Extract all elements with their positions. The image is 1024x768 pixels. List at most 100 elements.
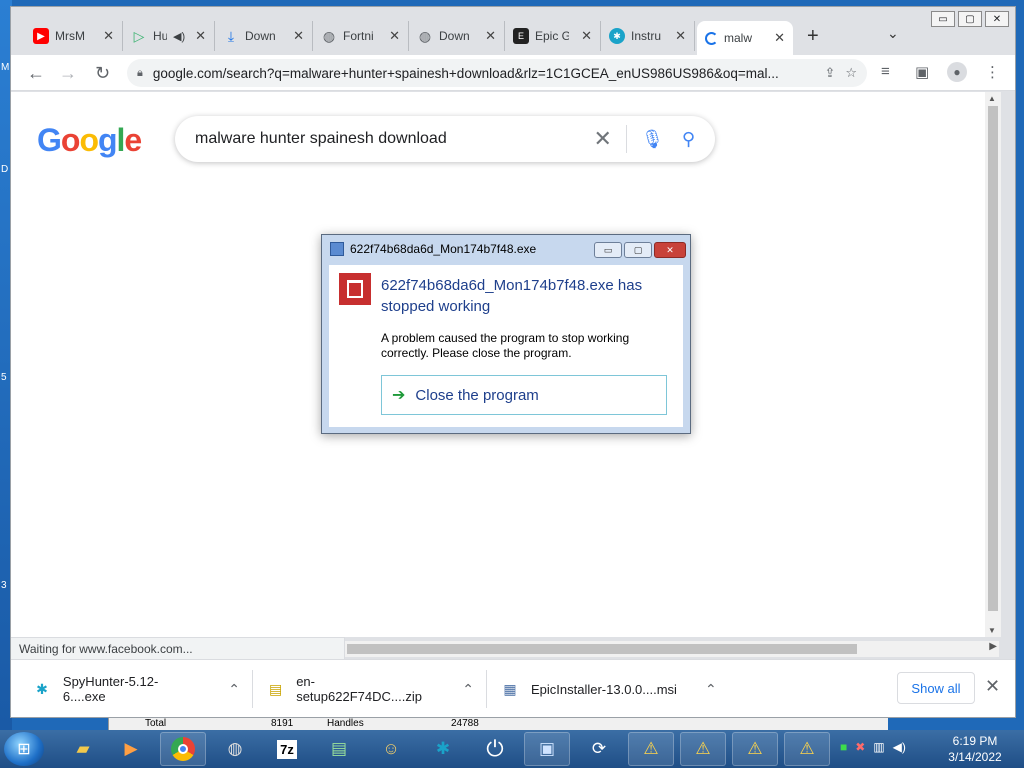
new-tab-button[interactable]: + xyxy=(807,25,819,48)
explorer-icon[interactable]: ▰ xyxy=(60,732,106,766)
speaker-icon[interactable]: ◀) xyxy=(173,30,185,43)
scroll-thumb[interactable] xyxy=(988,106,998,611)
maximize-button[interactable]: ▢ xyxy=(624,242,652,258)
close-window-button[interactable]: ✕ xyxy=(985,11,1009,27)
download-item[interactable]: ▤ en-setup622F74DC....zip ⌃ xyxy=(255,670,487,708)
tab-label: Epic G xyxy=(535,29,569,43)
close-icon[interactable]: ✕ xyxy=(485,28,496,44)
tab-hu[interactable]: ▷ Hu ◀) ✕ xyxy=(123,21,215,51)
volume-icon[interactable]: ◀) xyxy=(893,740,906,754)
tab-search-button[interactable]: ⌄ xyxy=(887,25,899,42)
spyhunter-icon: ✱ xyxy=(36,680,48,697)
arrow-right-icon: ➔ xyxy=(392,387,406,404)
forward-button[interactable]: → xyxy=(59,63,77,84)
chrome-icon[interactable] xyxy=(160,732,206,766)
chevron-up-icon[interactable]: ⌃ xyxy=(228,681,240,698)
network-icon[interactable]: ▥ xyxy=(873,740,884,754)
network-error-icon[interactable]: ✖ xyxy=(855,740,865,754)
show-all-button[interactable]: Show all xyxy=(897,672,975,704)
close-icon[interactable]: ✕ xyxy=(581,28,592,44)
power-icon[interactable]: ⏻ xyxy=(472,732,518,766)
chevron-up-icon[interactable]: ⌃ xyxy=(462,681,474,698)
tab-malware-search[interactable]: malw ✕ xyxy=(697,21,793,55)
close-icon[interactable]: ✕ xyxy=(389,28,400,44)
close-icon[interactable]: ✕ xyxy=(985,676,1000,697)
download-filename: en-setup622F74DC....zip xyxy=(296,674,422,704)
play-icon: ▷ xyxy=(133,27,145,44)
media-control-icon[interactable]: ≡ xyxy=(881,63,890,80)
horizontal-scrollbar[interactable]: ▶ xyxy=(345,641,999,657)
network-globe-icon[interactable]: ◍ xyxy=(212,732,258,766)
share-icon[interactable]: ⇪ xyxy=(824,65,835,81)
system-tray: ■ ✖ ▥ ◀) xyxy=(840,740,906,754)
microphone-icon[interactable]: 🎙︎ xyxy=(641,129,664,150)
logo-letter: e xyxy=(124,122,142,158)
close-dialog-button[interactable]: ✕ xyxy=(654,242,686,258)
error-message: A problem caused the program to stop wor… xyxy=(381,331,630,360)
clock-time: 6:19 PM xyxy=(952,734,998,748)
chevron-up-icon[interactable]: ⌃ xyxy=(705,681,717,698)
menu-kebab-icon[interactable]: ⋮ xyxy=(985,63,1000,81)
side-panel-icon[interactable]: ▣ xyxy=(915,63,929,81)
status-green-icon[interactable]: ■ xyxy=(840,740,847,754)
search-icon[interactable]: ⚲ xyxy=(682,129,695,150)
tab-label: MrsM xyxy=(55,29,85,43)
close-icon[interactable]: ✕ xyxy=(675,28,686,44)
warning-shield-icon[interactable]: ⚠ xyxy=(680,732,726,766)
close-icon[interactable]: ✕ xyxy=(293,28,304,44)
close-icon[interactable]: ✕ xyxy=(103,28,114,44)
media-player-icon[interactable]: ▶ xyxy=(108,732,154,766)
close-icon[interactable]: ✕ xyxy=(195,28,206,44)
maximize-button[interactable]: ▢ xyxy=(958,11,982,27)
scroll-down-arrow[interactable]: ▼ xyxy=(988,626,996,635)
search-input[interactable]: malware hunter spainesh download xyxy=(195,130,594,148)
tab-label: Down xyxy=(439,29,470,43)
download-item[interactable]: ▦ EpicInstaller-13.0.0....msi ⌃ xyxy=(489,670,729,708)
back-button[interactable]: ← xyxy=(27,63,45,84)
status-bubble: Waiting for www.facebook.com... xyxy=(11,637,345,659)
close-program-button[interactable]: ➔ Close the program xyxy=(381,375,667,415)
warning-shield-icon[interactable]: ⚠ xyxy=(628,732,674,766)
spyhunter-icon[interactable]: ✱ xyxy=(420,732,466,766)
scroll-up-arrow[interactable]: ▲ xyxy=(988,94,996,103)
tab-instructions[interactable]: ✱ Instru ✕ xyxy=(601,21,695,51)
scroll-right-arrow[interactable]: ▶ xyxy=(989,641,997,652)
reload-button[interactable]: ↻ xyxy=(95,63,110,84)
dialog-window-controls: ▭ ▢ ✕ xyxy=(594,242,686,258)
dialog-body: 622f74b68da6d_Mon174b7f48.exe has stoppe… xyxy=(329,265,683,427)
user-avatar-icon[interactable]: ☺ xyxy=(368,732,414,766)
clear-search-icon[interactable]: ✕ xyxy=(594,126,612,152)
network-computer-icon[interactable]: ▣ xyxy=(524,732,570,766)
tab-youtube[interactable]: ▶ MrsM ✕ xyxy=(25,21,123,51)
tab-epic-games[interactable]: E Epic G ✕ xyxy=(505,21,601,51)
search-box[interactable]: malware hunter spainesh download ✕ 🎙︎ ⚲ xyxy=(175,116,715,162)
tab-download-2[interactable]: ◍ Down ✕ xyxy=(409,21,505,51)
7zip-icon[interactable]: 7z xyxy=(264,732,310,766)
vertical-scrollbar[interactable]: ▲ ▼ xyxy=(985,92,1001,637)
lock-icon[interactable]: 🔒︎ xyxy=(137,67,143,80)
tab-download-1[interactable]: ⤓ Down ✕ xyxy=(215,21,313,51)
close-icon[interactable]: ✕ xyxy=(774,30,785,46)
tab-fortnite[interactable]: ◍ Fortni ✕ xyxy=(313,21,409,51)
scroll-thumb[interactable] xyxy=(347,644,857,654)
bookmark-star-icon[interactable]: ☆ xyxy=(845,65,857,81)
minimize-button[interactable]: ▭ xyxy=(931,11,955,27)
url-text[interactable]: google.com/search?q=malware+hunter+spain… xyxy=(153,66,815,81)
logo-letter: o xyxy=(60,122,81,158)
download-item[interactable]: ✱ SpyHunter-5.12-6....exe ⌃ xyxy=(21,670,253,708)
sync-icon[interactable]: ⟳ xyxy=(576,732,622,766)
handles-value: 24788 xyxy=(451,718,479,729)
warning-shield-icon[interactable]: ⚠ xyxy=(784,732,830,766)
terminal-icon[interactable]: ▤ xyxy=(316,732,362,766)
google-logo[interactable]: Google xyxy=(37,122,142,159)
tab-label: Fortni xyxy=(343,29,374,43)
warning-shield-icon[interactable]: ⚠ xyxy=(732,732,778,766)
tab-label: Instru xyxy=(631,29,662,43)
taskbar-clock[interactable]: 6:19 PM 3/14/2022 xyxy=(940,733,1010,765)
minimize-button[interactable]: ▭ xyxy=(594,242,622,258)
search-divider xyxy=(625,125,627,153)
tab-strip: ▶ MrsM ✕ ▷ Hu ◀) ✕ ⤓ Down ✕ ◍ Fortni ✕ ◍… xyxy=(11,7,1015,57)
address-bar[interactable]: 🔒︎ google.com/search?q=malware+hunter+sp… xyxy=(127,59,867,87)
profile-avatar-icon[interactable]: ● xyxy=(947,62,967,82)
start-button[interactable]: ⊞ xyxy=(4,732,44,766)
